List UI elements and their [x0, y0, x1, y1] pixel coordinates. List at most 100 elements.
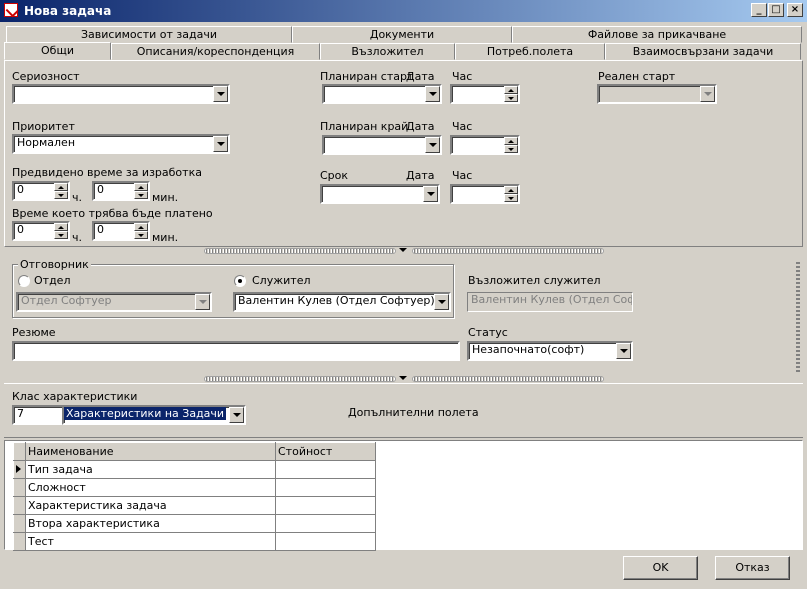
- class-code-value: 7: [17, 407, 24, 420]
- priority-value: Нормален: [17, 136, 76, 149]
- status-label: Статус: [468, 326, 508, 339]
- class-dropdown[interactable]: Характеристики на Задачи: [62, 405, 246, 425]
- chevron-down-icon: [700, 86, 715, 102]
- chevron-down-icon[interactable]: [398, 375, 408, 383]
- tab-general[interactable]: Общи: [4, 42, 111, 60]
- paid-minutes-stepper[interactable]: 0: [92, 221, 150, 241]
- chevron-down-icon[interactable]: [434, 294, 449, 310]
- row-name-cell[interactable]: Сложност: [25, 478, 276, 497]
- hours-unit: ч.: [72, 231, 82, 244]
- planned-start-date-label: Дата: [406, 70, 435, 83]
- row-name-cell[interactable]: Характеристика задача: [25, 496, 276, 515]
- characteristics-grid-area: Наименование Стойност Тип задача Сложнос…: [4, 440, 803, 551]
- cancel-button[interactable]: Отказ: [715, 556, 790, 580]
- class-label: Клас характеристики: [12, 390, 138, 403]
- deadline-date-label: Дата: [406, 169, 435, 182]
- table-row[interactable]: Тип задача: [13, 460, 376, 479]
- window-title: Нова задача: [24, 4, 112, 18]
- minimize-button[interactable]: _: [751, 3, 767, 17]
- row-value-cell[interactable]: [275, 460, 376, 479]
- spin-icon[interactable]: [134, 223, 148, 239]
- planned-start-hour-label: Час: [452, 70, 473, 83]
- spin-icon[interactable]: [504, 86, 518, 102]
- maximize-button[interactable]: □: [768, 3, 784, 17]
- planned-start-date-field[interactable]: [322, 84, 442, 104]
- row-name-cell[interactable]: Тест: [25, 532, 276, 551]
- paid-time-label: Време което трябва бъде платено: [12, 207, 213, 220]
- status-value: Незапочнато(софт): [472, 343, 585, 356]
- planned-end-hour-field[interactable]: [450, 135, 520, 155]
- chevron-down-icon[interactable]: [423, 186, 438, 202]
- row-value-cell[interactable]: [275, 514, 376, 533]
- row-value-cell[interactable]: [275, 532, 376, 551]
- responsible-group-label: Отговорник: [18, 258, 91, 271]
- severity-dropdown[interactable]: [12, 84, 230, 104]
- column-header-value[interactable]: Стойност: [275, 442, 376, 461]
- ok-button[interactable]: OK: [623, 556, 698, 580]
- row-name-cell[interactable]: Втора характеристика: [25, 514, 276, 533]
- planned-end-date-field[interactable]: [322, 135, 442, 155]
- resize-grip[interactable]: [796, 262, 800, 372]
- priority-label: Приоритет: [12, 120, 75, 133]
- class-code-field[interactable]: 7: [12, 405, 64, 425]
- spin-icon[interactable]: [504, 137, 518, 153]
- table-row[interactable]: Сложност: [13, 478, 376, 497]
- table-row[interactable]: Характеристика задача: [13, 496, 376, 515]
- current-row-pointer-icon: [13, 460, 26, 479]
- paid-hours-stepper[interactable]: 0: [12, 221, 70, 241]
- est-minutes-stepper[interactable]: 0: [92, 181, 150, 201]
- deadline-date-field[interactable]: [320, 184, 440, 204]
- tab-assigner[interactable]: Възложител: [320, 43, 455, 60]
- summary-input[interactable]: [12, 341, 460, 361]
- row-name-cell[interactable]: Тип задача: [25, 460, 276, 479]
- chevron-down-icon[interactable]: [616, 343, 631, 359]
- priority-dropdown[interactable]: Нормален: [12, 134, 230, 154]
- chevron-down-icon: [195, 294, 210, 310]
- chevron-down-icon[interactable]: [229, 407, 244, 423]
- table-row[interactable]: Втора характеристика: [13, 514, 376, 533]
- planned-start-hour-field[interactable]: [450, 84, 520, 104]
- row-indicator: [13, 496, 26, 515]
- splitter-handle[interactable]: [204, 376, 396, 382]
- deadline-hour-label: Час: [452, 169, 473, 182]
- close-button[interactable]: ×: [787, 3, 803, 17]
- est-minutes-value: 0: [97, 183, 104, 196]
- status-dropdown[interactable]: Незапочнато(софт): [467, 341, 633, 361]
- chevron-down-icon[interactable]: [213, 136, 228, 152]
- characteristics-table: Наименование Стойност Тип задача Сложнос…: [13, 442, 376, 551]
- splitter-handle[interactable]: [412, 376, 604, 382]
- tab-descriptions[interactable]: Описания/кореспонденция: [111, 43, 320, 60]
- department-option-label: Отдел: [34, 274, 71, 287]
- est-hours-stepper[interactable]: 0: [12, 181, 70, 201]
- column-header-name[interactable]: Наименование: [25, 442, 276, 461]
- chevron-down-icon[interactable]: [213, 86, 228, 102]
- chevron-down-icon[interactable]: [425, 137, 440, 153]
- spin-icon[interactable]: [134, 183, 148, 199]
- tab-related-tasks[interactable]: Взаимосвързани задачи: [605, 43, 801, 60]
- deadline-hour-field[interactable]: [450, 184, 520, 204]
- table-row[interactable]: Тест: [13, 532, 376, 551]
- spin-icon[interactable]: [54, 223, 68, 239]
- assigner-field: Валентин Кулев (Отдел Софтуе: [467, 292, 633, 312]
- splitter-handle[interactable]: [204, 248, 396, 254]
- row-value-cell[interactable]: [275, 478, 376, 497]
- additional-fields-label: Допълнителни полета: [348, 406, 479, 419]
- chevron-down-icon[interactable]: [398, 247, 408, 255]
- spin-icon[interactable]: [54, 183, 68, 199]
- planned-end-label: Планиран край: [320, 120, 409, 133]
- row-value-cell[interactable]: [275, 496, 376, 515]
- splitter-handle[interactable]: [412, 248, 604, 254]
- tab-task-dependencies[interactable]: Зависимости от задачи: [6, 26, 292, 43]
- spin-icon[interactable]: [504, 186, 518, 202]
- minutes-unit: мин.: [152, 191, 179, 204]
- deadline-label: Срок: [320, 169, 349, 182]
- planned-start-label: Планиран старт: [320, 70, 414, 83]
- department-value: Отдел Софтуер: [21, 294, 112, 307]
- employee-dropdown[interactable]: Валентин Кулев (Отдел Софтуер): [233, 292, 451, 312]
- tab-user-fields[interactable]: Потреб.полета: [455, 43, 605, 60]
- employee-radio[interactable]: [234, 275, 246, 287]
- chevron-down-icon[interactable]: [425, 86, 440, 102]
- tab-documents[interactable]: Документи: [292, 26, 512, 43]
- tab-attachments[interactable]: Файлове за прикачване: [512, 26, 802, 43]
- department-radio[interactable]: [18, 275, 30, 287]
